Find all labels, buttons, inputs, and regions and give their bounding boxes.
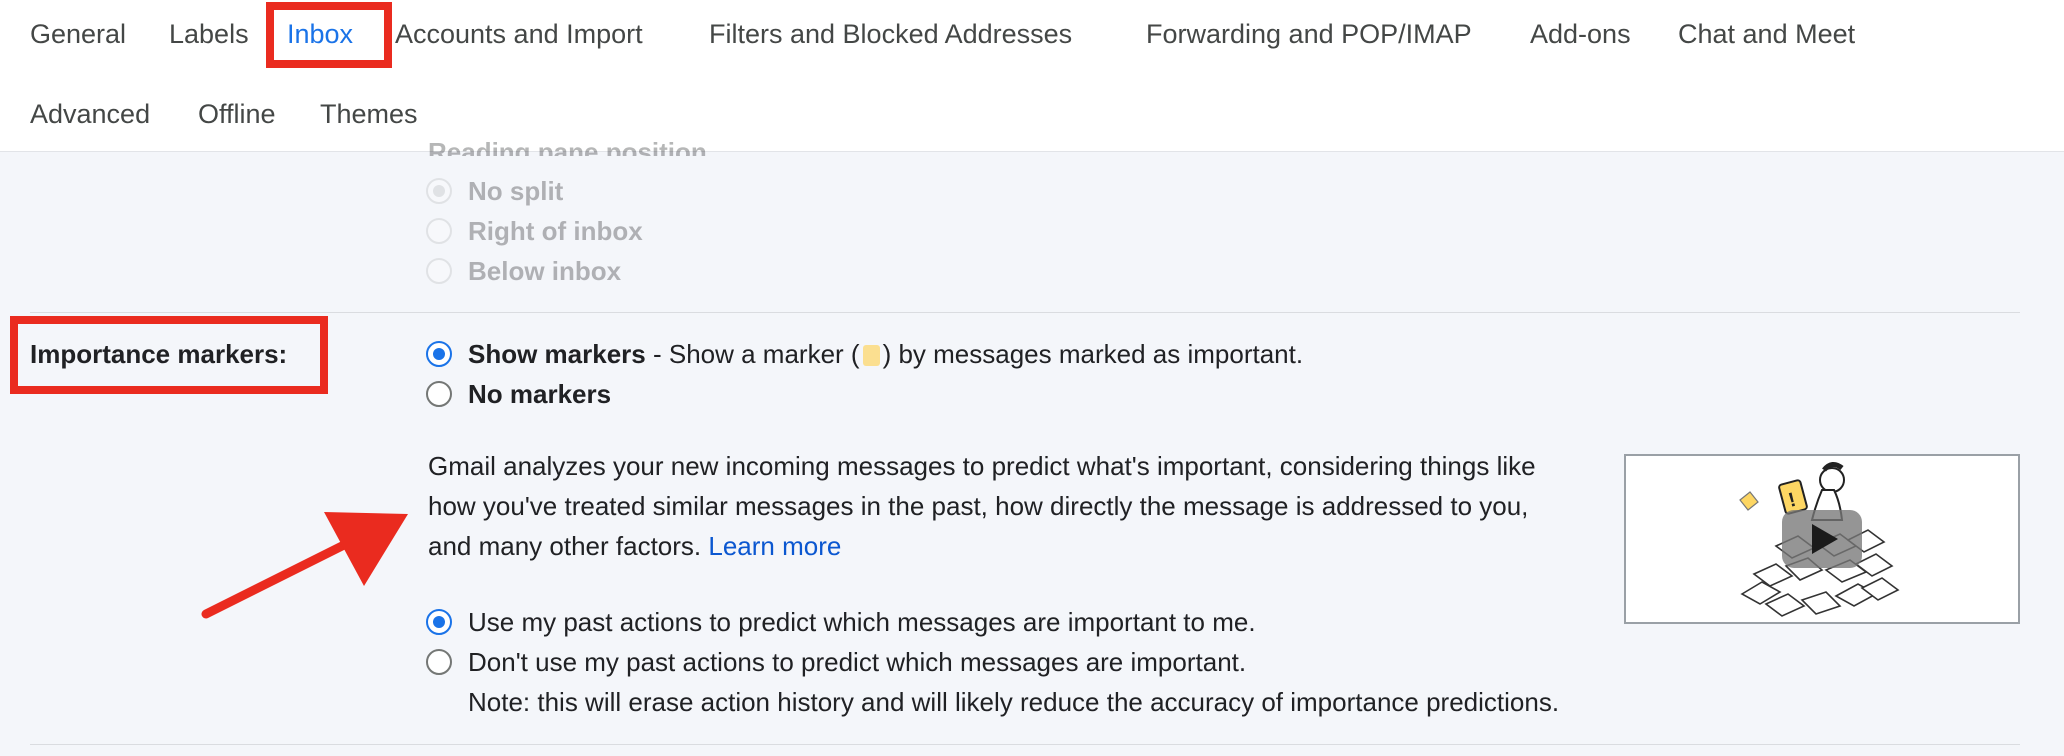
show-markers-desc-before: - Show a marker ( (645, 339, 860, 369)
dont-use-past-actions-label: Don't use my past actions to predict whi… (468, 647, 1247, 677)
label-below-inbox: Below inbox (468, 256, 622, 286)
settings-tab-bar: General Labels Inbox Accounts and Import… (0, 0, 2064, 152)
tab-accounts-and-import[interactable]: Accounts and Import (395, 17, 643, 51)
show-markers-option: Show markers - Show a marker ( ) by messa… (468, 338, 1303, 370)
radio-show-markers[interactable] (426, 341, 452, 367)
section-divider (30, 312, 2020, 313)
learn-more-link[interactable]: Learn more (708, 531, 841, 561)
show-markers-desc-after: ) by messages marked as important. (882, 339, 1304, 369)
radio-right-of-inbox[interactable] (426, 218, 452, 244)
radio-below-inbox[interactable] (426, 258, 452, 284)
section-divider-bottom (30, 744, 2020, 745)
tab-add-ons[interactable]: Add-ons (1530, 17, 1631, 51)
use-past-actions-label: Use my past actions to predict which mes… (468, 607, 1256, 637)
no-markers-label: No markers (468, 379, 612, 409)
tab-forwarding-pop-imap[interactable]: Forwarding and POP/IMAP (1146, 17, 1472, 51)
importance-video-thumbnail[interactable]: ! (1624, 454, 2020, 624)
tab-advanced[interactable]: Advanced (30, 97, 150, 131)
label-no-split: No split (468, 176, 564, 206)
erase-history-note: Note: this will erase action history and… (468, 687, 1560, 717)
tab-offline[interactable]: Offline (198, 97, 276, 131)
tab-chat-and-meet[interactable]: Chat and Meet (1678, 17, 1855, 51)
radio-dont-use-past-actions[interactable] (426, 649, 452, 675)
radio-no-markers[interactable] (426, 381, 452, 407)
arrow-annotation (201, 512, 408, 619)
reading-pane-title: Reading pane position (428, 137, 707, 156)
tab-general[interactable]: General (30, 17, 126, 51)
radio-use-past-actions[interactable] (426, 609, 452, 635)
radio-no-split[interactable] (426, 178, 452, 204)
settings-content: Reading pane position No split Right of … (0, 137, 2064, 756)
video-illustration: ! (1739, 462, 1900, 617)
tab-labels[interactable]: Labels (169, 17, 249, 51)
tab-themes[interactable]: Themes (320, 97, 418, 131)
show-markers-label: Show markers (468, 339, 646, 369)
tab-filters-and-blocked-addresses[interactable]: Filters and Blocked Addresses (709, 17, 1072, 51)
importance-marker-icon (862, 345, 880, 366)
importance-description: Gmail analyzes your new incoming message… (428, 446, 1568, 566)
tab-inbox[interactable]: Inbox (287, 17, 353, 51)
importance-description-text: Gmail analyzes your new incoming message… (428, 451, 1536, 561)
label-right-of-inbox: Right of inbox (468, 216, 643, 246)
